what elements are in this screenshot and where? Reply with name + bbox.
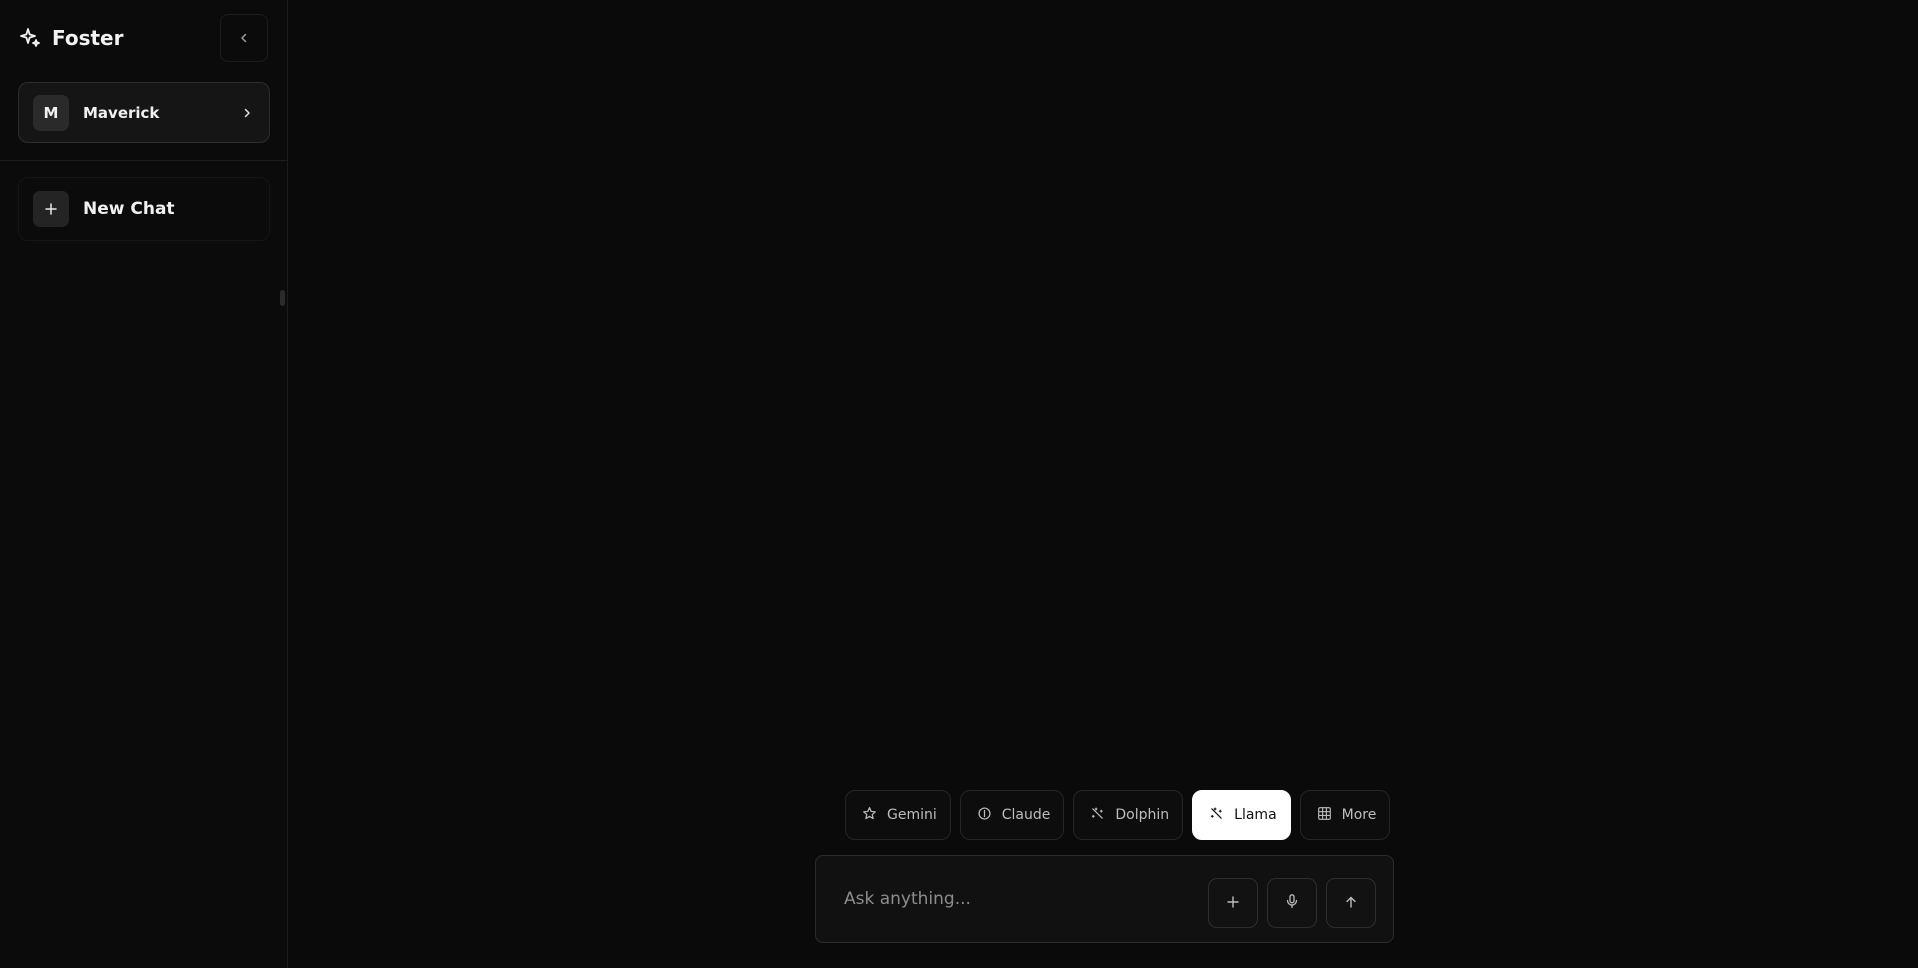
profile-selector[interactable]: M Maverick [18,82,270,143]
model-chip-gemini[interactable]: Gemini [845,790,951,840]
model-selector: Gemini Claude Dolphin Llama More [845,790,1391,840]
sidebar-divider [0,160,288,161]
brand[interactable]: Foster [18,26,123,50]
arrow-up-icon [1344,894,1358,913]
model-chip-label: Gemini [887,807,937,823]
profile-name: Maverick [83,103,160,122]
star-icon [862,806,877,825]
sidebar: Foster M Maverick New Chat [0,0,288,968]
microphone-icon [1284,893,1300,913]
chat-input[interactable] [844,886,1184,912]
collapse-sidebar-button[interactable] [220,14,268,62]
brand-name: Foster [52,26,124,50]
grid-icon [1317,806,1332,825]
circle-line-icon [977,806,992,825]
send-button[interactable] [1326,878,1376,928]
model-chip-more[interactable]: More [1299,790,1391,840]
new-chat-button[interactable]: New Chat [18,177,270,241]
new-chat-label: New Chat [83,199,175,219]
chevron-left-icon [238,29,250,48]
plus-icon [1226,894,1240,913]
model-chip-label: Claude [1001,807,1051,823]
chevron-right-icon [241,107,253,119]
chat-composer [815,855,1394,943]
sidebar-scrollbar[interactable] [280,290,285,306]
avatar: M [33,94,69,131]
attach-button[interactable] [1208,878,1258,928]
model-chip-label: More [1341,807,1377,823]
model-chip-label: Dolphin [1115,807,1170,823]
model-chip-llama[interactable]: Llama [1192,790,1291,840]
plus-icon [33,191,69,227]
model-chip-label: Llama [1234,807,1277,823]
sparkles-icon [18,26,42,50]
voice-input-button[interactable] [1267,878,1317,928]
model-chip-claude[interactable]: Claude [959,790,1065,840]
sparkles-icon [1090,806,1105,825]
model-chip-dolphin[interactable]: Dolphin [1073,790,1184,840]
sparkles-icon [1209,806,1224,825]
